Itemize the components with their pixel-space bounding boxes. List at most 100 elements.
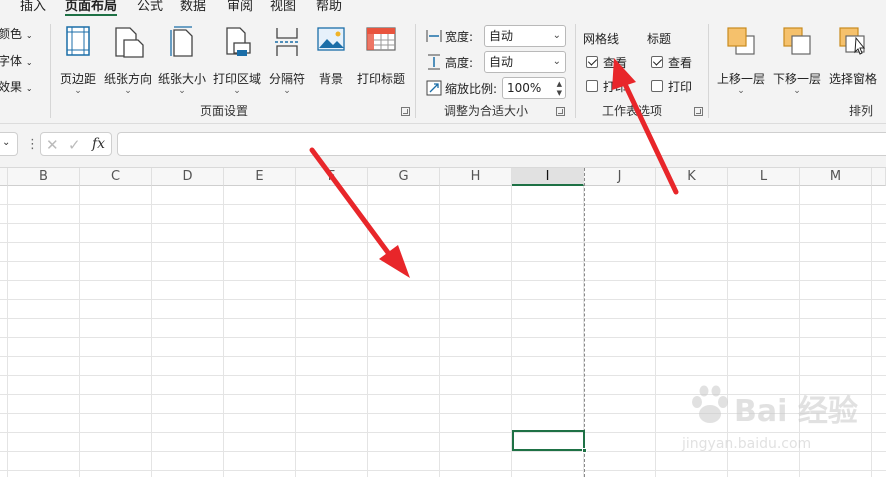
grid-column-line [439, 186, 440, 477]
chevron-down-icon: ⌄ [233, 86, 241, 96]
height-icon [426, 54, 442, 70]
tab-review[interactable]: 审阅 [227, 0, 253, 18]
chevron-down-icon: ⌄ [737, 86, 745, 96]
watermark-text: Bai 经验 [734, 394, 858, 429]
grid-row-line [0, 223, 886, 224]
paw-logo-icon [692, 385, 728, 423]
gridlines-title: 网格线 [583, 32, 620, 46]
column-header-g[interactable]: G [368, 168, 440, 186]
ribbon-separator [415, 24, 416, 118]
name-box-dropdown[interactable]: ⌄ [0, 132, 18, 156]
arrange-group-label: 排列 [849, 104, 874, 118]
chevron-down-icon: ⌄ [793, 86, 801, 96]
grid-column-line [655, 186, 656, 477]
baidu-watermark: Bai 经验 jingyan.baidu.com [680, 384, 880, 460]
grid-column-line [7, 186, 8, 477]
formula-bar: ⌄ ⋮ ✕ ✓ fx [0, 124, 886, 168]
theme-colors-button[interactable]: 颜色 ⌄ [0, 25, 33, 43]
sheet-options-group-label: 工作表选项 [602, 104, 663, 118]
headings-view-label: 查看 [668, 56, 693, 70]
chevron-down-icon: ▼ [556, 89, 562, 97]
tab-view[interactable]: 视图 [270, 0, 296, 18]
chevron-down-icon: ⌄ [74, 86, 82, 96]
bring-forward-icon [726, 26, 756, 59]
grid-row-line [0, 375, 886, 376]
ribbon-separator [575, 24, 576, 118]
grid-column-line [295, 186, 296, 477]
selection-pane-icon [838, 26, 868, 59]
column-header-i[interactable]: I [512, 168, 584, 186]
grid-row-line [0, 337, 886, 338]
column-header-b[interactable]: B [8, 168, 80, 186]
scale-to-fit-group-label: 调整为合适大小 [444, 104, 529, 118]
scale-icon [426, 80, 442, 96]
page-setup-launcher-icon[interactable] [401, 107, 410, 116]
cancel-icon[interactable]: ✕ [46, 136, 59, 154]
width-icon [426, 28, 442, 44]
print-titles-icon [366, 26, 396, 57]
tab-formulas[interactable]: 公式 [137, 0, 163, 18]
grid-column-line [79, 186, 80, 477]
orientation-icon [114, 26, 144, 61]
column-header-f[interactable]: F [296, 168, 368, 186]
chevron-down-icon: ⌄ [552, 30, 561, 41]
grid-row-line [0, 299, 886, 300]
column-header-m[interactable]: M [800, 168, 872, 186]
headings-print-label: 打印 [668, 80, 693, 94]
column-header-partial[interactable] [872, 168, 886, 186]
grid-row-line [0, 261, 886, 262]
grid-column-line [223, 186, 224, 477]
scale-to-fit-launcher-icon[interactable] [556, 107, 565, 116]
grid-column-line [367, 186, 368, 477]
grid-row-line [0, 470, 886, 471]
insert-function-button[interactable]: fx [92, 136, 105, 152]
ribbon-separator [708, 24, 709, 118]
print-area-icon [224, 26, 252, 61]
tab-page-layout[interactable]: 页面布局 [65, 0, 118, 18]
grid-row-line [0, 356, 886, 357]
background-icon [317, 26, 345, 57]
theme-effects-button[interactable]: 效果 ⌄ [0, 78, 33, 96]
scale-stepper[interactable]: 100% ▲ ▼ [502, 77, 566, 99]
margins-icon [66, 26, 90, 59]
headings-print-checkbox[interactable] [651, 80, 663, 92]
confirm-icon[interactable]: ✓ [68, 136, 81, 154]
formula-tools: ✕ ✓ fx [40, 132, 112, 156]
active-cell[interactable] [512, 430, 587, 453]
send-backward-icon [782, 26, 812, 59]
ribbon-separator [50, 24, 51, 118]
column-header-partial[interactable] [0, 168, 8, 186]
formula-input[interactable] [117, 132, 886, 156]
grid-row-line [0, 318, 886, 319]
grid-row-line [0, 280, 886, 281]
watermark-url: jingyan.baidu.com [682, 436, 812, 452]
chevron-down-icon: ⌄ [2, 137, 11, 148]
column-header-h[interactable]: H [440, 168, 512, 186]
column-header-l[interactable]: L [728, 168, 800, 186]
chevron-down-icon: ⌄ [283, 86, 291, 96]
tab-help[interactable]: 帮助 [316, 0, 342, 18]
tab-insert[interactable]: 插入 [20, 0, 46, 18]
gridlines-view-checkbox[interactable] [586, 56, 598, 68]
height-select[interactable]: 自动 ⌄ [484, 51, 566, 73]
fill-handle[interactable] [582, 448, 587, 453]
theme-fonts-button[interactable]: 字体 ⌄ [0, 52, 33, 70]
paper-size-icon [170, 26, 196, 61]
sheet-options-launcher-icon[interactable] [694, 107, 703, 116]
gridlines-print-checkbox[interactable] [586, 80, 598, 92]
headings-title: 标题 [647, 32, 672, 46]
headings-view-checkbox[interactable] [651, 56, 663, 68]
column-header-d[interactable]: D [152, 168, 224, 186]
more-options-icon[interactable]: ⋮ [26, 137, 39, 152]
tab-data[interactable]: 数据 [180, 0, 206, 18]
column-header-c[interactable]: C [80, 168, 152, 186]
chevron-down-icon: ⌄ [178, 86, 186, 96]
width-select[interactable]: 自动 ⌄ [484, 25, 566, 47]
column-header-e[interactable]: E [224, 168, 296, 186]
column-header-k[interactable]: K [656, 168, 728, 186]
breaks-icon [274, 26, 300, 61]
column-header-j[interactable]: J [584, 168, 656, 186]
grid-column-line [151, 186, 152, 477]
gridlines-print-label: 打印 [603, 80, 628, 94]
chevron-up-icon: ▲ [556, 80, 562, 88]
